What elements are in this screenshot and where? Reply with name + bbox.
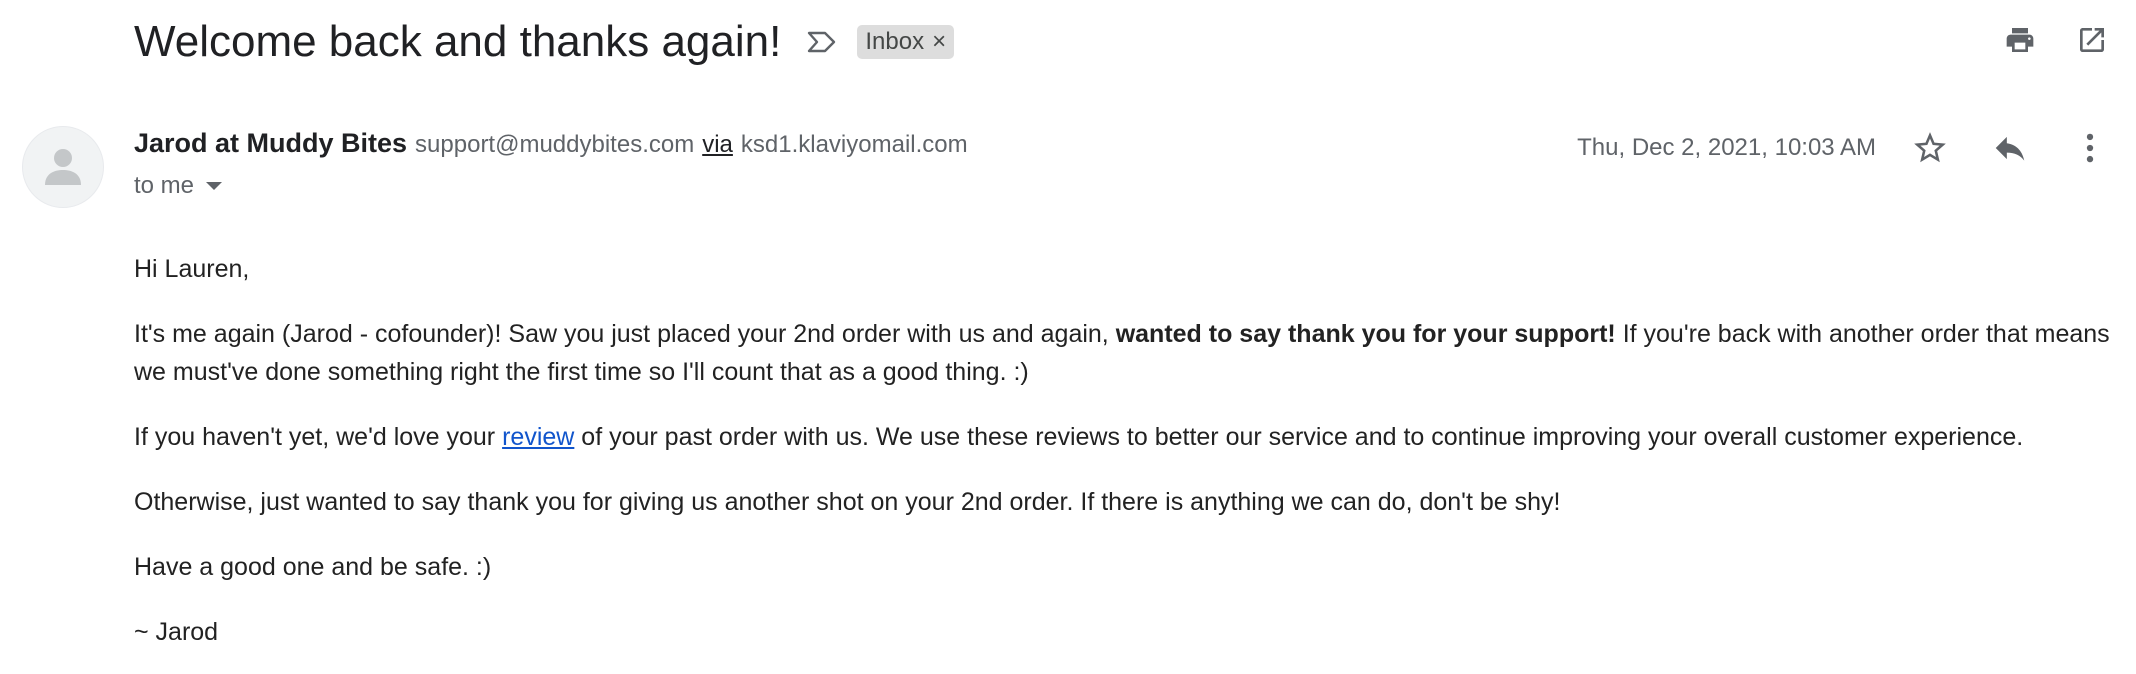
chevron-down-icon — [206, 182, 223, 190]
print-icon[interactable] — [2000, 20, 2040, 60]
sender-email: support@muddybites.com — [415, 131, 695, 158]
body-paragraph-3: Otherwise, just wanted to say thank you … — [134, 488, 1561, 516]
email-subject: Welcome back and thanks again! — [134, 17, 782, 66]
p1-bold-text: wanted to say thank you for your support… — [1115, 320, 1616, 348]
signature: ~ Jarod — [134, 618, 219, 646]
reply-icon[interactable] — [1986, 124, 2034, 172]
person-icon — [45, 149, 81, 185]
p1-text-start: It's me again (Jarod - cofounder)! Saw y… — [134, 320, 1116, 348]
sender-avatar[interactable] — [22, 126, 104, 208]
recipient-details-toggle[interactable]: to me — [134, 172, 223, 200]
inbox-label-text: Inbox — [865, 28, 925, 55]
p2-text-end: of your past order with us. We use these… — [574, 423, 2024, 451]
sender-name[interactable]: Jarod at Muddy Bites — [134, 128, 407, 159]
label-outline-icon[interactable] — [805, 27, 839, 57]
p2-text-start: If you haven't yet, we'd love your — [134, 423, 503, 451]
email-body: Hi Lauren, It's me again (Jarod - cofoun… — [134, 250, 2124, 674]
body-paragraph-2: If you haven't yet, we'd love your revie… — [134, 418, 2124, 456]
greeting: Hi Lauren, — [134, 255, 250, 283]
message-date: Thu, Dec 2, 2021, 10:03 AM — [1577, 134, 1876, 161]
recipient-text: to me — [134, 172, 195, 199]
subject-row: Welcome back and thanks again! Inbox × — [134, 12, 955, 72]
star-outline-icon[interactable] — [1906, 124, 1954, 172]
thread-actions — [1968, 20, 2112, 60]
body-paragraph-1: It's me again (Jarod - cofounder)! Saw y… — [134, 315, 2124, 391]
remove-label-button[interactable]: × — [932, 30, 946, 54]
review-link[interactable]: review — [502, 423, 574, 451]
more-vert-icon[interactable] — [2066, 124, 2114, 172]
body-paragraph-4: Have a good one and be safe. :) — [134, 553, 492, 581]
sender-line: Jarod at Muddy Bites support@muddybites.… — [134, 128, 968, 159]
inbox-label-chip: Inbox × — [857, 25, 955, 59]
open-in-new-icon[interactable] — [2072, 20, 2112, 60]
via-link[interactable]: via — [702, 131, 733, 159]
via-domain: ksd1.klaviyomail.com — [740, 131, 968, 158]
email-view: Welcome back and thanks again! Inbox × J… — [0, 0, 2136, 674]
message-actions: Thu, Dec 2, 2021, 10:03 AM — [1577, 124, 2114, 172]
